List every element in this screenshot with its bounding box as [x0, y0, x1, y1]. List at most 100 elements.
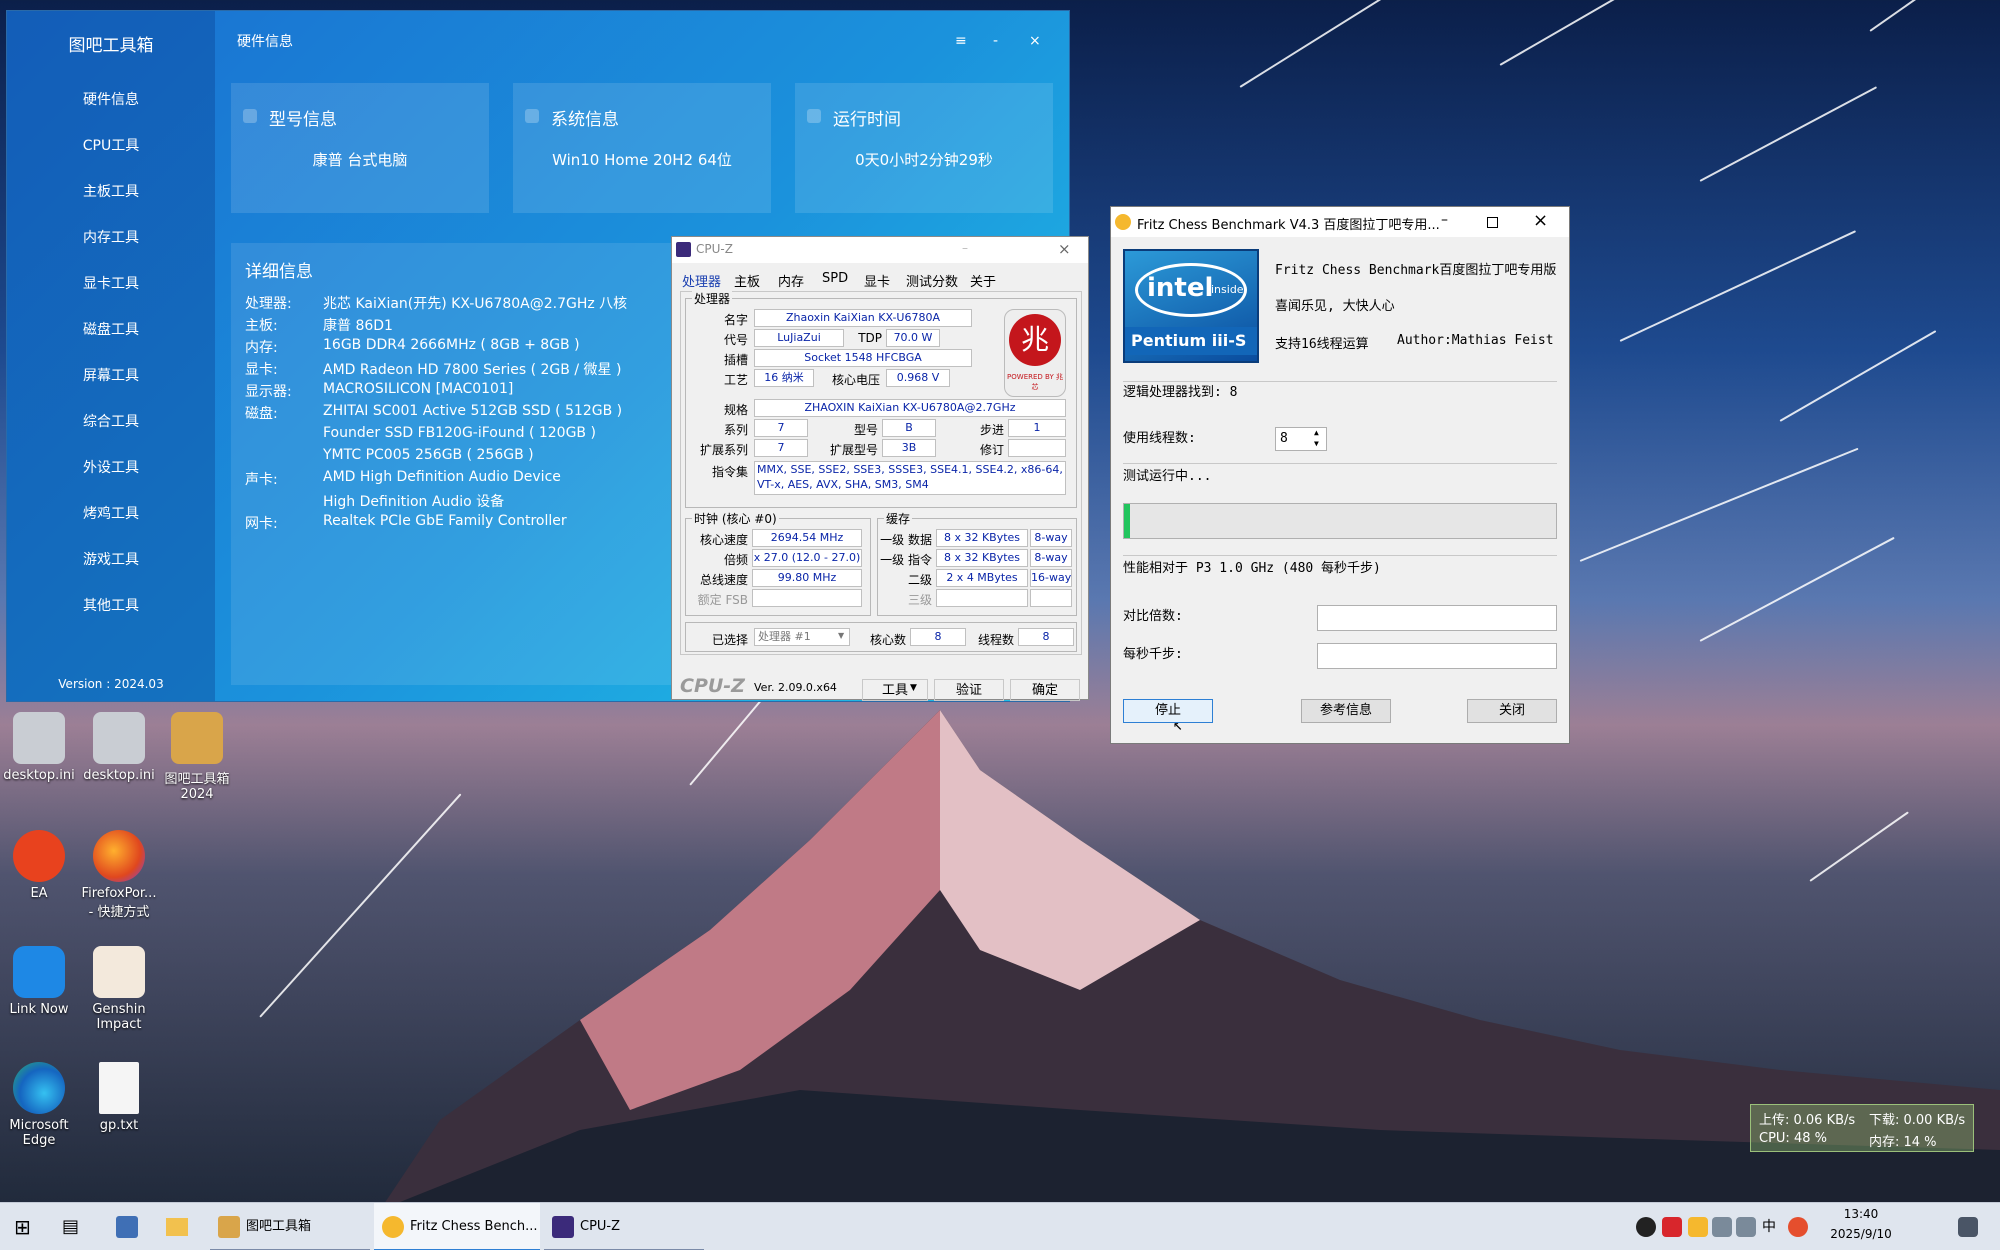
- ime-indicator[interactable]: 中: [1762, 1203, 1776, 1250]
- stop-button[interactable]: 停止: [1123, 699, 1213, 723]
- maximize-button[interactable]: [1487, 217, 1498, 228]
- nav-disk-tools[interactable]: 磁盘工具: [7, 319, 215, 339]
- card-icon: [243, 109, 257, 123]
- nav-other-tools[interactable]: 其他工具: [7, 595, 215, 615]
- start-button[interactable]: ⊞: [14, 1203, 31, 1250]
- tab-spd[interactable]: SPD: [822, 271, 848, 286]
- chevron-down-icon[interactable]: ▼: [910, 683, 917, 693]
- taskbar-item-toolbox[interactable]: 图吧工具箱: [210, 1203, 370, 1250]
- minimize-button[interactable]: –: [962, 241, 968, 255]
- tab-bench[interactable]: 测试分数: [906, 271, 958, 290]
- tab-mainboard[interactable]: 主板: [734, 271, 760, 290]
- nav-motherboard-tools[interactable]: 主板工具: [7, 181, 215, 201]
- menu-button[interactable]: ≡: [955, 33, 967, 49]
- group-label: 时钟 (核心 #0): [692, 510, 779, 527]
- close-button[interactable]: ×: [1533, 210, 1548, 231]
- clock-date[interactable]: 2025/9/10: [1820, 1227, 1902, 1241]
- nav-screen-tools[interactable]: 屏幕工具: [7, 365, 215, 385]
- ea-icon: [13, 830, 65, 882]
- card-icon: [807, 109, 821, 123]
- taskbar-item-fritz[interactable]: Fritz Chess Bench...: [374, 1203, 540, 1250]
- ext-model-label: 扩展型号: [829, 443, 878, 457]
- desktop-icon-toolbox[interactable]: 图吧工具箱 2024: [158, 712, 236, 802]
- l1-data-label: 一级 数据: [880, 533, 932, 547]
- fritz-window[interactable]: Fritz Chess Benchmark V4.3 百度图拉丁吧专用... –…: [1110, 206, 1570, 744]
- desktop-icon-label: FirefoxPor... - 快捷方式: [81, 886, 157, 920]
- desktop-icon-label: 图吧工具箱 2024: [164, 772, 230, 802]
- network-monitor-widget[interactable]: 上传: 0.06 KB/s 下载: 0.00 KB/s CPU: 48 % 内存…: [1750, 1104, 1974, 1152]
- minimize-button[interactable]: –: [1441, 212, 1448, 228]
- cpuz-processor-panel: 处理器 名字 Zhaoxin KaiXian KX-U6780A 代号 LuJi…: [680, 290, 1082, 655]
- taskbar-item-cpuz[interactable]: CPU-Z: [544, 1203, 704, 1250]
- divider: [1123, 555, 1557, 556]
- multiplier-label: 倍频: [723, 553, 748, 567]
- close-button[interactable]: ×: [1029, 33, 1041, 49]
- close-dialog-button[interactable]: 关闭: [1467, 699, 1557, 723]
- desktop-icon-genshin[interactable]: Genshin Impact: [80, 946, 158, 1032]
- minimize-button[interactable]: -: [993, 33, 998, 49]
- desktop-icon-desktop-ini-2[interactable]: desktop.ini: [80, 712, 158, 783]
- validate-button[interactable]: 验证: [934, 679, 1004, 701]
- nav-peripheral-tools[interactable]: 外设工具: [7, 457, 215, 477]
- network-icon[interactable]: [1712, 1217, 1732, 1237]
- reference-button[interactable]: 参考信息: [1301, 699, 1391, 723]
- cpuz-brand: CPU-Z: [680, 675, 745, 697]
- upload-speed: 上传: 0.06 KB/s: [1759, 1113, 1856, 1128]
- core-speed-field: 2694.54 MHz: [752, 529, 862, 547]
- name-field: Zhaoxin KaiXian KX-U6780A: [754, 309, 972, 327]
- clock-time[interactable]: 13:40: [1826, 1207, 1896, 1221]
- threads-support: 支持16线程运算: [1275, 337, 1369, 352]
- ratio-label: 对比倍数:: [1123, 609, 1183, 624]
- nav-hardware-info[interactable]: 硬件信息: [7, 89, 215, 109]
- processor-select[interactable]: 处理器 #1: [754, 628, 850, 646]
- nav-stress-tools[interactable]: 烤鸡工具: [7, 503, 215, 523]
- nav-memory-tools[interactable]: 内存工具: [7, 227, 215, 247]
- cpuz-window[interactable]: CPU-Z – × 处理器 主板 内存 SPD 显卡 测试分数 关于 处理器 名…: [671, 236, 1089, 701]
- desktop-icon-link-now[interactable]: Link Now: [0, 946, 78, 1017]
- tab-memory[interactable]: 内存: [778, 271, 804, 290]
- nav-game-tools[interactable]: 游戏工具: [7, 549, 215, 569]
- task-view-icon[interactable]: ▤: [62, 1203, 79, 1250]
- card-value: 0天0小时2分钟29秒: [855, 151, 993, 169]
- card-title: 系统信息: [551, 110, 619, 130]
- volume-icon[interactable]: [1736, 1217, 1756, 1237]
- tray-icon[interactable]: [1788, 1217, 1808, 1237]
- nav-gpu-tools[interactable]: 显卡工具: [7, 273, 215, 293]
- desktop-icon-edge[interactable]: Microsoft Edge: [0, 1062, 78, 1148]
- spin-up-icon[interactable]: ▲: [1314, 428, 1319, 437]
- taskbar-item-label: CPU-Z: [580, 1219, 621, 1234]
- process-label: 工艺: [723, 373, 748, 387]
- tab-graphics[interactable]: 显卡: [864, 271, 890, 290]
- tab-about[interactable]: 关于: [970, 271, 996, 290]
- tray-icon[interactable]: [1688, 1217, 1708, 1237]
- desktop-icon-label: desktop.ini: [83, 768, 155, 783]
- toolbox-title: 图吧工具箱: [68, 36, 154, 56]
- pinned-app-icon[interactable]: [116, 1203, 138, 1250]
- desktop-icon-ea[interactable]: EA: [0, 830, 78, 901]
- tab-processor[interactable]: 处理器: [682, 271, 721, 290]
- rated-fsb-label: 额定 FSB: [697, 593, 748, 607]
- file-explorer-icon[interactable]: [166, 1203, 188, 1250]
- spin-down-icon[interactable]: ▼: [1314, 439, 1319, 448]
- desktop-icon-gp-txt[interactable]: gp.txt: [80, 1062, 158, 1133]
- tray-icon[interactable]: [1662, 1217, 1682, 1237]
- close-button[interactable]: ×: [1058, 240, 1071, 258]
- nav-general-tools[interactable]: 综合工具: [7, 411, 215, 431]
- star-streak: [1499, 0, 1648, 66]
- detail-value: 16GB DDR4 2666MHz ( 8GB + 8GB ): [323, 337, 580, 353]
- nav-cpu-tools[interactable]: CPU工具: [7, 135, 215, 155]
- detail-value: MACROSILICON [MAC0101]: [323, 381, 514, 397]
- tray-icon[interactable]: [1636, 1217, 1656, 1237]
- desktop-icon-firefox[interactable]: FirefoxPor... - 快捷方式: [80, 830, 158, 920]
- chevron-down-icon[interactable]: ▼: [838, 631, 844, 640]
- cpuz-titlebar[interactable]: CPU-Z – ×: [672, 237, 1088, 263]
- notification-icon[interactable]: [1958, 1217, 1978, 1237]
- detail-label: 主板:: [245, 318, 278, 334]
- fritz-titlebar[interactable]: Fritz Chess Benchmark V4.3 百度图拉丁吧专用... –…: [1111, 207, 1569, 237]
- desktop-icon-desktop-ini-1[interactable]: desktop.ini: [0, 712, 78, 783]
- detail-label: 网卡:: [245, 516, 278, 532]
- tools-button[interactable]: 工具: [862, 679, 928, 701]
- ok-button[interactable]: 确定: [1010, 679, 1080, 701]
- threads-spinner[interactable]: 8 ▲ ▼: [1275, 427, 1327, 451]
- card-value: 康普 台式电脑: [312, 151, 408, 169]
